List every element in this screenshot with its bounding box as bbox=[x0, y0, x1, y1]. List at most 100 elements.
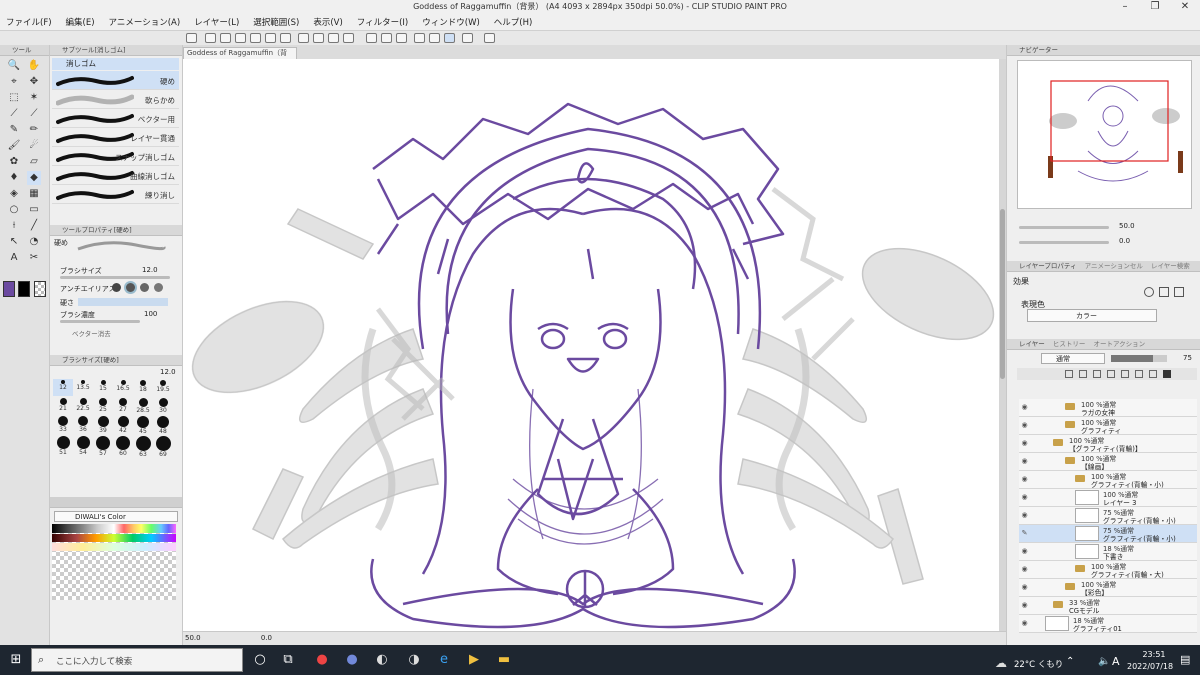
weather-text[interactable]: 22°C くもり bbox=[1014, 658, 1063, 670]
brush-size-cell[interactable]: 25 bbox=[93, 397, 113, 414]
eyedropper-icon[interactable]: ⟋ bbox=[7, 107, 21, 121]
sub-color-swatch[interactable] bbox=[18, 281, 30, 297]
main-color-swatch[interactable] bbox=[3, 281, 15, 297]
navigator-angle-slider[interactable] bbox=[1019, 241, 1109, 244]
transparent-color-swatch[interactable] bbox=[34, 281, 46, 297]
brush-tool-icon[interactable]: 🖌 bbox=[7, 139, 21, 153]
task-view-icon[interactable]: ⧉ bbox=[278, 650, 298, 670]
zoom-tool-icon[interactable]: 🔍 bbox=[7, 59, 21, 73]
sub-tool-curve[interactable]: 曲線消しゴム bbox=[52, 166, 179, 185]
draft-layer-icon[interactable] bbox=[1107, 370, 1115, 378]
ruler-range-icon[interactable] bbox=[1149, 370, 1157, 378]
brush-size-cell[interactable]: 48 bbox=[153, 415, 173, 435]
brush-size-cell[interactable]: 22.5 bbox=[73, 397, 93, 414]
menu-file[interactable]: ファイル(F) bbox=[6, 16, 52, 28]
drawing-canvas[interactable] bbox=[183, 59, 999, 631]
brush-size-cell[interactable]: 57 bbox=[93, 435, 113, 457]
blend-mode-select[interactable]: 通常 bbox=[1041, 353, 1105, 364]
clip-studio-icon[interactable] bbox=[186, 33, 197, 43]
hand-tool-icon[interactable]: ✋ bbox=[27, 59, 41, 73]
eye-icon[interactable]: ◉ bbox=[1020, 565, 1029, 573]
tab-history[interactable]: ヒストリー bbox=[1047, 340, 1086, 348]
navigator-zoom-slider[interactable] bbox=[1019, 226, 1109, 229]
canvas-zoom-value[interactable]: 50.0 bbox=[185, 634, 201, 642]
fill-tool-icon[interactable]: ◈ bbox=[7, 187, 21, 201]
eye-icon[interactable]: ◉ bbox=[1020, 601, 1029, 609]
mask-icon[interactable] bbox=[1135, 370, 1143, 378]
brush-size-cell[interactable]: 60 bbox=[113, 435, 133, 457]
transform-icon[interactable] bbox=[343, 33, 354, 43]
eye-icon[interactable]: ◉ bbox=[1020, 619, 1029, 627]
layer-row[interactable]: ◉ 100 %通常 ラガの女神 bbox=[1019, 399, 1197, 417]
menu-layer[interactable]: レイヤー(L) bbox=[194, 16, 239, 28]
brush-size-tab[interactable]: ブラシサイズ[硬め] bbox=[50, 355, 182, 366]
color-set-select[interactable]: DIWALI's Color bbox=[54, 511, 178, 522]
snap-special-ruler-icon[interactable] bbox=[429, 33, 440, 43]
layer-color-icon[interactable] bbox=[1174, 287, 1184, 297]
brush-size-cell[interactable]: 54 bbox=[73, 435, 93, 456]
close-button[interactable]: ✕ bbox=[1170, 0, 1200, 14]
brush-size-cell[interactable]: 27 bbox=[113, 397, 133, 414]
opacity-value[interactable]: 75 bbox=[1183, 354, 1192, 362]
tone-effect-icon[interactable] bbox=[1159, 287, 1169, 297]
file-explorer-icon[interactable]: ▬ bbox=[494, 650, 514, 670]
brush-size-cell[interactable]: 69 bbox=[153, 435, 173, 458]
network-icon[interactable]: ⌃ bbox=[1066, 656, 1074, 667]
balloon-tool-icon[interactable]: ◔ bbox=[27, 235, 41, 249]
clip-lower-layer-icon[interactable] bbox=[1079, 370, 1087, 378]
eye-icon[interactable]: ◉ bbox=[1020, 547, 1029, 555]
brush-size-cell[interactable]: 63 bbox=[133, 435, 153, 458]
deselect-icon[interactable] bbox=[366, 33, 377, 43]
redo-icon[interactable] bbox=[280, 33, 291, 43]
sub-tool-through-layer[interactable]: レイヤー貫通 bbox=[52, 128, 179, 147]
correction-tool-icon[interactable]: ✂ bbox=[27, 251, 41, 265]
layer-row[interactable]: ◉ 100 %通常 グラフィティ(背輪・大) bbox=[1019, 561, 1197, 579]
layer-row-selected[interactable]: ✎ 75 %通常 グラフィティ(背輪・小) bbox=[1019, 525, 1197, 543]
antialias-weak-icon[interactable] bbox=[126, 283, 135, 292]
fill-icon[interactable] bbox=[328, 33, 339, 43]
hardness-slider[interactable] bbox=[78, 298, 168, 306]
notification-icon[interactable]: ▤ bbox=[1180, 653, 1190, 666]
menu-selection[interactable]: 選択範囲(S) bbox=[253, 16, 299, 28]
auto-select-icon[interactable]: ✶ bbox=[27, 91, 41, 105]
layer-row[interactable]: ◉ 33 %通常 CGモデル bbox=[1019, 597, 1197, 615]
sub-tool-soft[interactable]: 軟らかめ bbox=[52, 90, 179, 109]
brush-size-cell[interactable]: 15 bbox=[93, 379, 113, 396]
layer-row[interactable]: ◉ 100 %通常 レイヤー 3 bbox=[1019, 489, 1197, 507]
eye-icon[interactable]: ◉ bbox=[1020, 439, 1029, 447]
gradient-tool-icon[interactable]: ▦ bbox=[27, 187, 41, 201]
vertical-scrollbar[interactable] bbox=[999, 59, 1006, 631]
layer-row[interactable]: ◉ 18 %通常 グラフィティ01 bbox=[1019, 615, 1197, 633]
snap-toggle-icon[interactable] bbox=[462, 33, 473, 43]
sub-tool-tab[interactable]: サブツール[消しゴム] bbox=[50, 45, 182, 56]
clock-time[interactable]: 23:51 bbox=[1134, 650, 1174, 659]
discord-icon[interactable]: ● bbox=[342, 650, 362, 670]
cortana-icon[interactable]: ○ bbox=[250, 650, 270, 670]
eraser-tool-icon[interactable]: ▱ bbox=[27, 155, 41, 169]
ruler-tool-icon[interactable]: ⟊ bbox=[7, 219, 21, 233]
lock-transparency-icon[interactable] bbox=[1065, 370, 1073, 378]
decoration-tool-icon[interactable]: ✿ bbox=[7, 155, 21, 169]
layer-color-icon[interactable] bbox=[1163, 370, 1171, 378]
invert-selection-icon[interactable] bbox=[396, 33, 407, 43]
layer-row[interactable]: ◉ 75 %通常 グラフィティ(背輪・小) bbox=[1019, 507, 1197, 525]
scroll-thumb[interactable] bbox=[1000, 209, 1005, 379]
media-player-icon[interactable]: ▶ bbox=[464, 650, 484, 670]
export-icon[interactable] bbox=[250, 33, 261, 43]
brush-size-cell[interactable]: 12 bbox=[53, 379, 73, 396]
sub-tool-kneaded[interactable]: 練り消し bbox=[52, 185, 179, 204]
reference-layer-icon[interactable] bbox=[1093, 370, 1101, 378]
layer-row[interactable]: ◉ 18 %通常 下書き bbox=[1019, 543, 1197, 561]
snap-ruler-icon[interactable] bbox=[414, 33, 425, 43]
clear-icon[interactable] bbox=[298, 33, 309, 43]
brush-size-cell[interactable]: 33 bbox=[53, 415, 73, 433]
density-value[interactable]: 100 bbox=[144, 310, 157, 318]
brush-size-cell[interactable]: 28.5 bbox=[133, 397, 153, 414]
undo-icon[interactable] bbox=[265, 33, 276, 43]
windows-start-icon[interactable]: ⊞ bbox=[6, 650, 26, 670]
antialias-strong-icon[interactable] bbox=[154, 283, 163, 292]
clear-outside-icon[interactable] bbox=[313, 33, 324, 43]
airbrush-tool-icon[interactable]: ☄ bbox=[27, 139, 41, 153]
brush-size-cell[interactable]: 39 bbox=[93, 415, 113, 434]
new-file-icon[interactable] bbox=[205, 33, 216, 43]
